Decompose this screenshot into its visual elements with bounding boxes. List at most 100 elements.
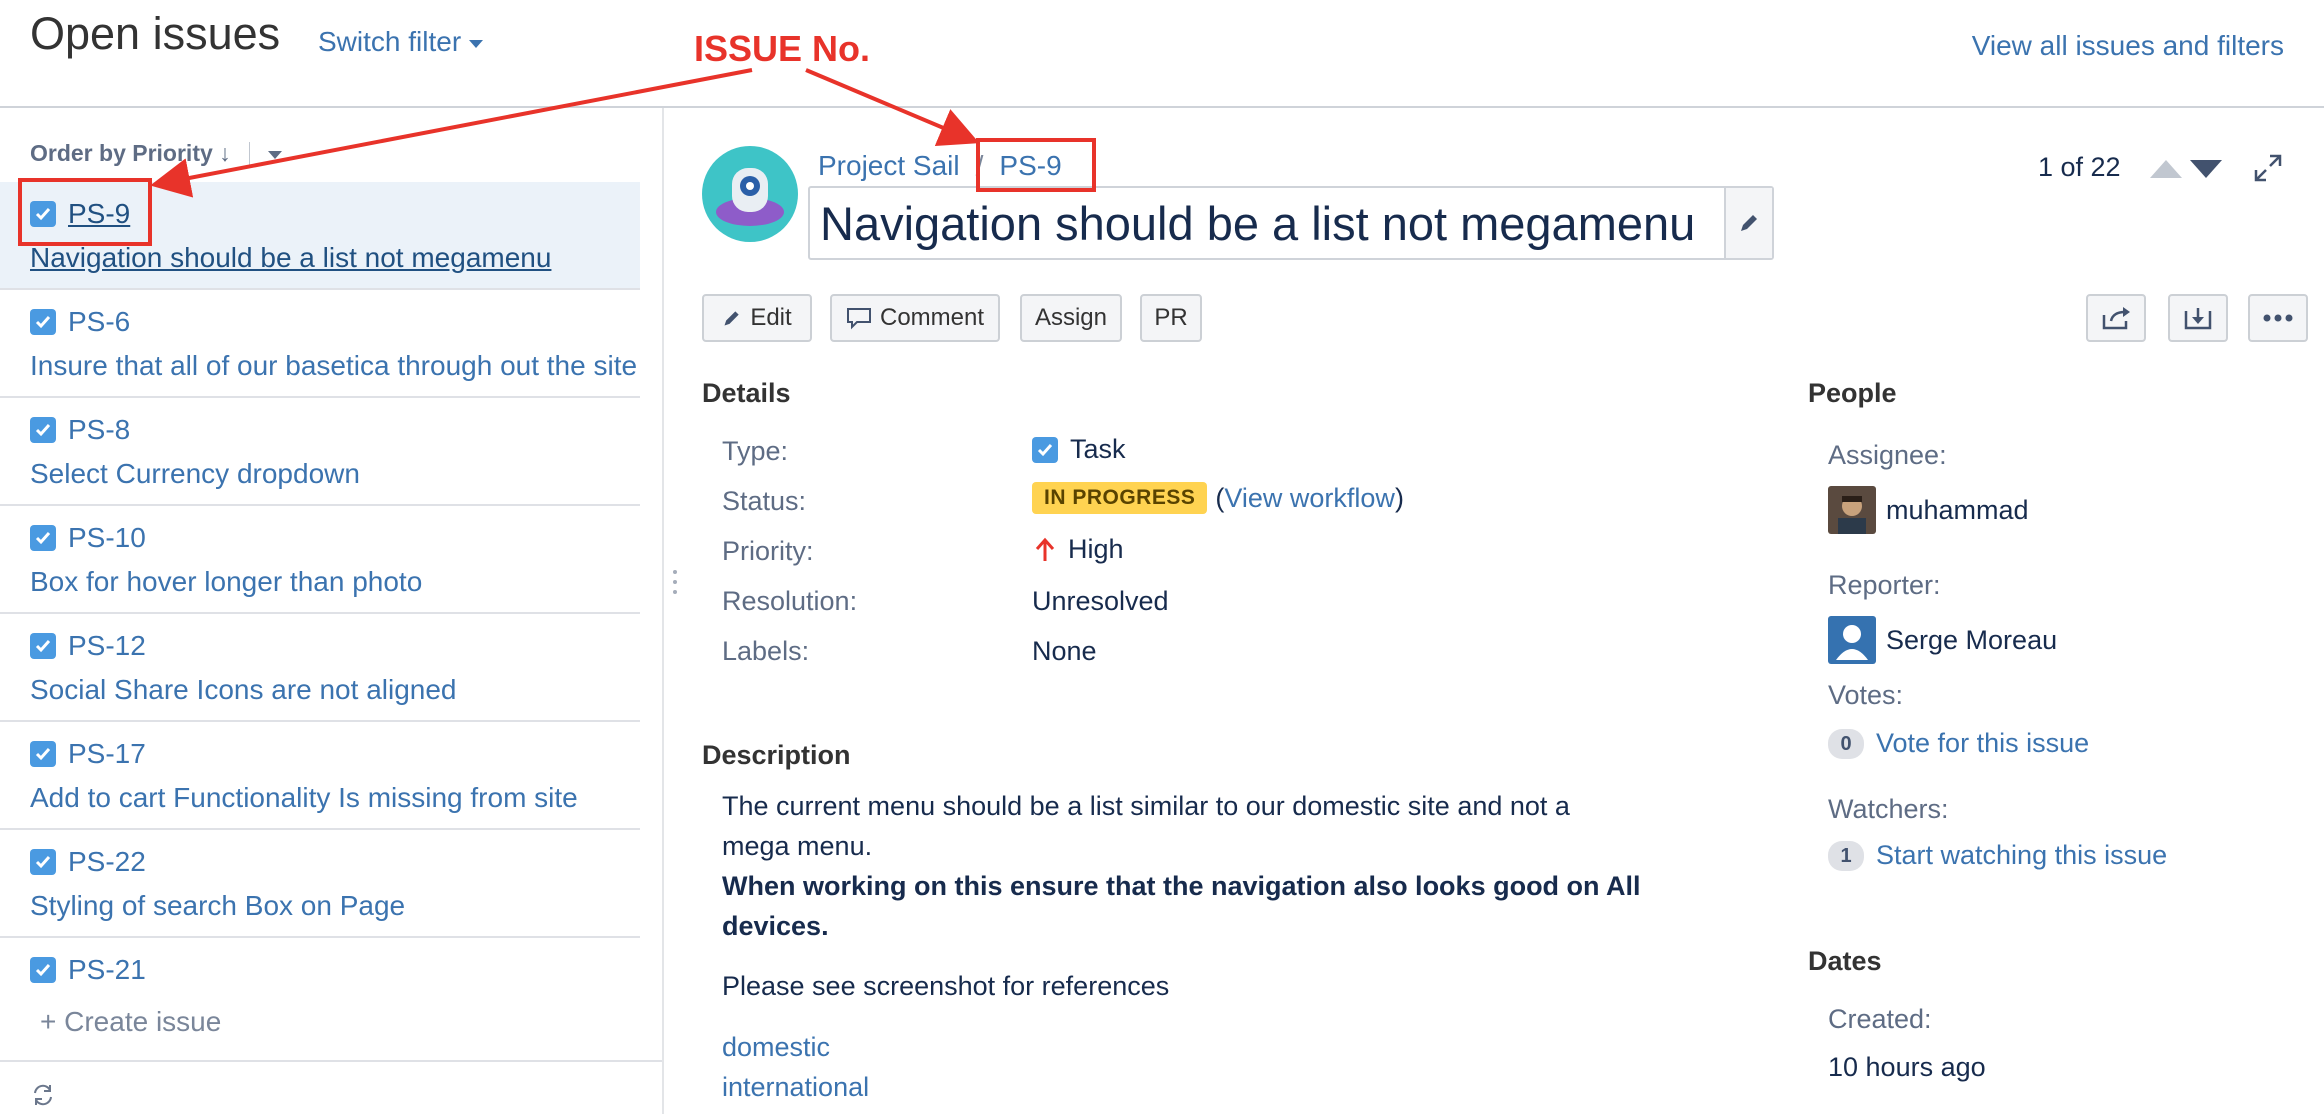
- status-label: Status:: [722, 486, 807, 516]
- issue-list-item[interactable]: PS-17 Add to cart Functionality Is missin…: [0, 722, 640, 830]
- issue-key-text: PS-9: [68, 198, 131, 229]
- view-all-issues-link[interactable]: View all issues and filters: [1972, 30, 2284, 62]
- comment-button[interactable]: Comment: [830, 294, 1000, 342]
- issue-list-item[interactable]: PS-6 Insure that all of our basetica thro…: [0, 290, 640, 398]
- assign-button[interactable]: Assign: [1020, 294, 1122, 342]
- issue-key-text: PS-22: [68, 846, 146, 877]
- paren-open: (: [1215, 482, 1225, 513]
- issue-key[interactable]: PS-12: [30, 630, 146, 662]
- resize-handle[interactable]: [672, 568, 678, 603]
- comment-button-label: Comment: [879, 304, 985, 331]
- order-by-control[interactable]: Order by Priority ↓: [30, 140, 283, 168]
- breadcrumb-project-link[interactable]: Project Sail: [818, 150, 960, 181]
- issue-summary-link[interactable]: Select Currency dropdown: [30, 458, 360, 490]
- switch-filter-dropdown[interactable]: Switch filter: [318, 26, 484, 58]
- issue-list-item[interactable]: PS-12 Social Share Icons are not aligned: [0, 614, 640, 722]
- issue-summary-link[interactable]: Navigation should be a list not megamenu: [30, 242, 551, 274]
- issue-list-item[interactable]: PS-21: [0, 938, 640, 998]
- issue-summary-text: Navigation should be a list not megamenu: [820, 197, 1696, 250]
- download-icon: [2184, 308, 2212, 330]
- issue-list-item[interactable]: PS-10 Box for hover longer than photo: [0, 506, 640, 614]
- description-line: The current menu should be a list simila…: [722, 791, 1570, 821]
- previous-issue-icon[interactable]: [2150, 160, 2182, 183]
- assignee-user[interactable]: muhammad: [1828, 486, 2029, 534]
- issue-list-item[interactable]: PS-9 Navigation should be a list not mega…: [0, 182, 640, 290]
- edit-button[interactable]: Edit: [702, 294, 812, 342]
- issue-key[interactable]: PS-17: [30, 738, 146, 770]
- order-by-label: Order by Priority: [30, 140, 213, 166]
- expand-icon[interactable]: [2252, 152, 2284, 189]
- switch-filter-label: Switch filter: [318, 26, 462, 57]
- issue-key[interactable]: PS-8: [30, 414, 130, 446]
- task-icon: [30, 957, 56, 983]
- votes-label: Votes:: [1828, 680, 1904, 710]
- domestic-link[interactable]: domestic: [722, 1032, 830, 1063]
- avatar: [1828, 486, 1876, 534]
- annotation-label: ISSUE No.: [694, 28, 871, 69]
- sidebar-divider: [0, 1060, 662, 1062]
- labels-value: None: [1032, 636, 1097, 666]
- task-icon: [1032, 436, 1058, 463]
- breadcrumb-issue-key-link[interactable]: PS-9: [999, 150, 1061, 181]
- reporter-user[interactable]: Serge Moreau: [1828, 616, 2057, 664]
- description-line: Please see screenshot for references: [722, 971, 1170, 1001]
- create-issue-button[interactable]: + Create issue: [40, 1006, 221, 1038]
- refresh-icon[interactable]: [30, 1082, 56, 1113]
- export-button[interactable]: [2168, 294, 2228, 342]
- watch-link[interactable]: Start watching this issue: [1876, 840, 2167, 871]
- pr-button[interactable]: PR: [1140, 294, 1202, 342]
- priority-label: Priority:: [722, 536, 814, 566]
- sort-arrow-icon: ↓: [219, 140, 231, 166]
- assignee-name: muhammad: [1886, 494, 2029, 525]
- issue-summary-link[interactable]: Add to cart Functionality Is missing fro…: [30, 782, 578, 814]
- task-icon: [30, 633, 56, 659]
- issue-key-text: PS-17: [68, 738, 146, 769]
- issue-key[interactable]: PS-9: [30, 198, 130, 230]
- chevron-down-icon[interactable]: [268, 150, 283, 159]
- issue-key-text: PS-10: [68, 522, 146, 553]
- project-avatar: [702, 146, 798, 242]
- page-title: Open issues: [30, 8, 281, 59]
- chevron-down-icon: [469, 39, 484, 48]
- issue-key[interactable]: PS-6: [30, 306, 130, 338]
- labels-label: Labels:: [722, 636, 810, 666]
- priority-value: High: [1034, 534, 1124, 565]
- priority-high-icon: [1035, 537, 1055, 561]
- watchers-count-badge: 1: [1828, 840, 1864, 871]
- international-link[interactable]: international: [722, 1072, 869, 1103]
- comment-icon: [846, 308, 871, 330]
- next-issue-icon[interactable]: [2190, 160, 2222, 183]
- status-badge: IN PROGRESS: [1032, 482, 1208, 514]
- issue-key-text: PS-6: [68, 306, 131, 337]
- more-actions-button[interactable]: [2248, 294, 2308, 342]
- pager-count: 1 of 22: [2038, 152, 2121, 182]
- issue-key[interactable]: PS-22: [30, 846, 146, 878]
- vote-link[interactable]: Vote for this issue: [1876, 728, 2089, 759]
- type-text: Task: [1070, 434, 1126, 464]
- issue-summary-field[interactable]: Navigation should be a list not megamenu: [808, 186, 1774, 260]
- view-workflow-link[interactable]: View workflow: [1224, 483, 1395, 514]
- created-label: Created:: [1828, 1004, 1932, 1034]
- pr-button-label: PR: [1154, 304, 1188, 331]
- watchers-label: Watchers:: [1828, 794, 1949, 824]
- dates-heading: Dates: [1808, 946, 1882, 976]
- reporter-name: Serge Moreau: [1886, 624, 2058, 655]
- issue-key[interactable]: PS-10: [30, 522, 146, 554]
- task-icon: [30, 417, 56, 443]
- description-bold-line: devices.: [722, 911, 829, 941]
- issue-key[interactable]: PS-21: [30, 954, 146, 986]
- issue-list-item[interactable]: PS-22 Styling of search Box on Page: [0, 830, 640, 938]
- pencil-icon[interactable]: [1724, 188, 1772, 258]
- share-button[interactable]: [2086, 294, 2146, 342]
- vote-control[interactable]: 0 Vote for this issue: [1828, 728, 2089, 759]
- issue-list-item[interactable]: PS-8 Select Currency dropdown: [0, 398, 640, 506]
- watch-control[interactable]: 1 Start watching this issue: [1828, 840, 2167, 871]
- issue-summary-link[interactable]: Social Share Icons are not aligned: [30, 674, 457, 706]
- paren-close: ): [1394, 482, 1404, 513]
- issue-summary-link[interactable]: Insure that all of our basetica through …: [30, 350, 637, 382]
- issue-summary-link[interactable]: Styling of search Box on Page: [30, 890, 405, 922]
- description-bold-line: When working on this ensure that the nav…: [722, 871, 1641, 901]
- issue-summary-link[interactable]: Box for hover longer than photo: [30, 566, 422, 598]
- issue-key-text: PS-8: [68, 414, 131, 445]
- task-icon: [30, 849, 56, 875]
